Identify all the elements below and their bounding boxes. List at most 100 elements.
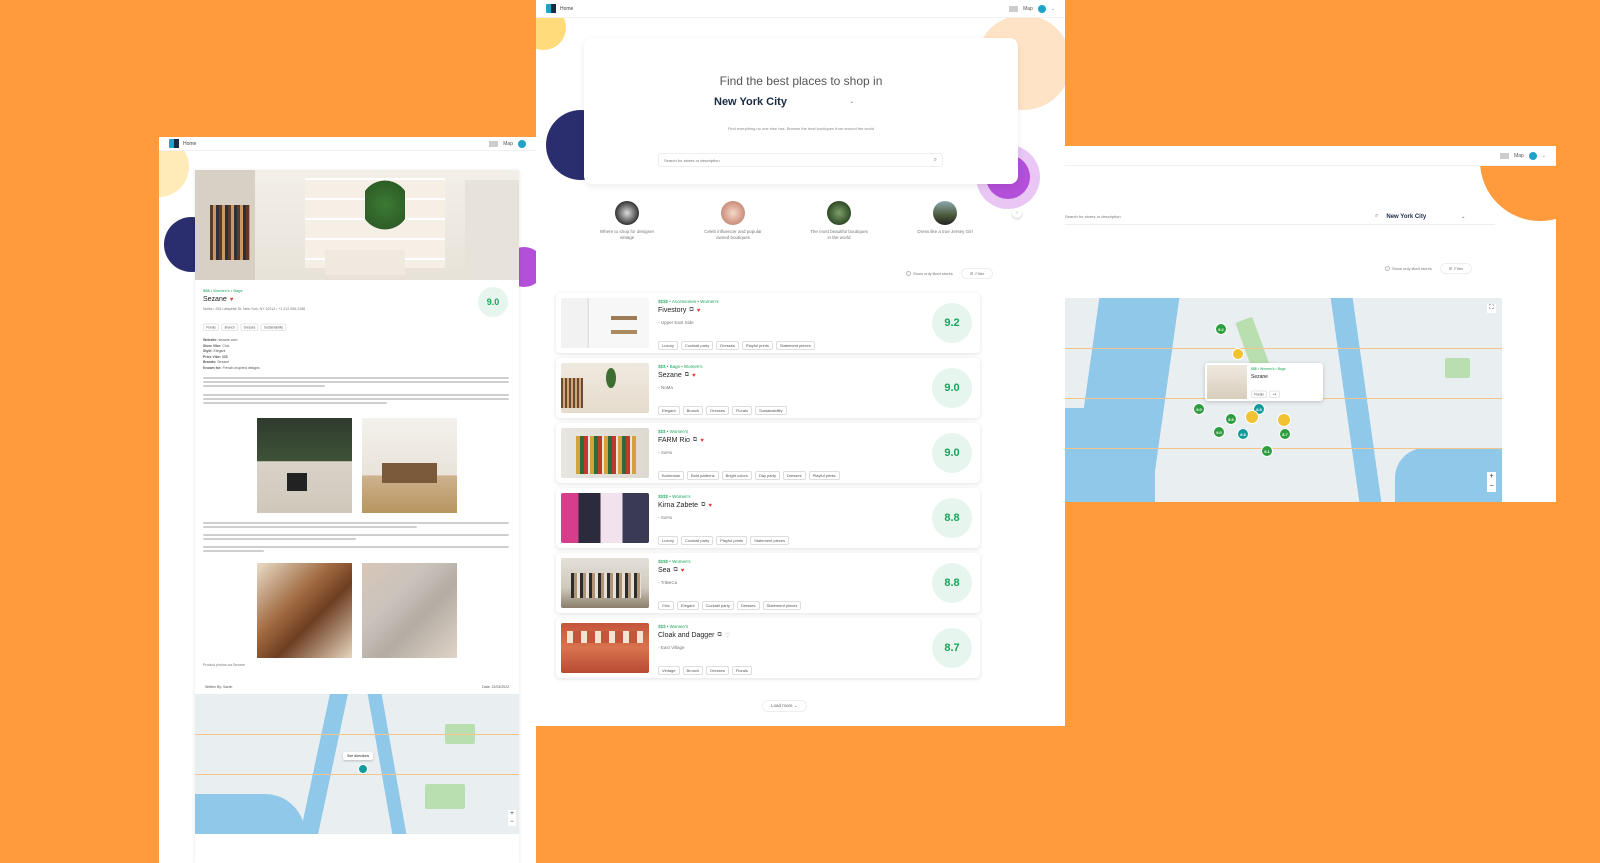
map-popup[interactable]: See directions (343, 752, 374, 760)
map-pin[interactable]: 9.2 (1215, 323, 1227, 335)
heart-icon[interactable]: ♥ (708, 503, 712, 509)
only-liked-toggle[interactable]: Show only liked stores (906, 271, 953, 276)
tag[interactable]: Florals (731, 406, 752, 415)
map-pin[interactable]: 9.0 (1193, 403, 1205, 415)
tag[interactable]: Playful prints (716, 536, 748, 545)
tag[interactable]: Florals (731, 666, 752, 675)
store-name[interactable]: Sea (658, 567, 670, 574)
nav-map-link[interactable]: Map (1023, 6, 1033, 12)
store-location-map[interactable]: See directions + − (195, 694, 519, 834)
chevron-down-icon[interactable]: ⌄ (1051, 6, 1055, 12)
tag[interactable]: Brunch (682, 406, 704, 415)
brand[interactable]: Home (546, 4, 573, 13)
tag[interactable]: Bold patterns (687, 471, 719, 480)
external-link-icon[interactable]: ⧉ (717, 632, 721, 639)
tag[interactable]: Statement pieces (775, 341, 815, 350)
tag[interactable]: Bright colors (721, 471, 752, 480)
search-icon[interactable]: ⌕ (934, 157, 937, 164)
store-name[interactable]: Cloak and Dagger (658, 632, 714, 639)
map-pin[interactable] (358, 764, 368, 774)
collection-item[interactable]: Where to shop for designer vintage (597, 201, 657, 241)
collection-item[interactable]: Celeb influencer and popular owned bouti… (703, 201, 763, 241)
avatar[interactable] (1528, 151, 1537, 160)
map-search-input[interactable] (1065, 214, 1375, 219)
store-card[interactable]: $$$$ • Accessories • Women's Fivestory ⧉ ♥… (556, 293, 980, 353)
tag[interactable]: Elegant (677, 601, 699, 610)
tag[interactable]: Dresses (736, 601, 760, 610)
heart-outline-icon[interactable]: ♡ (725, 632, 730, 639)
map-pin[interactable] (1277, 413, 1291, 427)
store-name[interactable]: Kirna Zabete (658, 502, 698, 509)
external-link-icon[interactable]: ⧉ (693, 437, 697, 444)
fullscreen-icon[interactable]: ⛶ (1487, 304, 1496, 313)
heart-icon[interactable]: ♥ (681, 568, 685, 574)
nav-map-link[interactable]: Map (1514, 153, 1524, 159)
map-icon[interactable] (489, 140, 499, 147)
external-link-icon[interactable]: ⧉ (673, 567, 677, 574)
tag[interactable]: Sustainability (260, 323, 287, 331)
tag[interactable]: Chic (658, 601, 675, 610)
tag[interactable]: Cocktail party (681, 341, 714, 350)
tag[interactable]: +4 (1269, 390, 1280, 398)
store-card[interactable]: $$$$ • Women's Kirna Zabete ⧉ ♥ ◦ SoHo Lux… (556, 488, 980, 548)
map-pin[interactable]: 9.1 (1261, 445, 1273, 457)
search-bar[interactable]: ⌕ (658, 153, 943, 167)
tag[interactable]: Brunch (221, 323, 238, 331)
heart-icon[interactable]: ♥ (230, 297, 234, 303)
search-input[interactable] (664, 157, 904, 163)
tag[interactable]: Dresses (240, 323, 259, 331)
tag[interactable]: Statement pieces (762, 601, 802, 610)
tag[interactable]: Day party (754, 471, 780, 480)
popup-store-name[interactable]: Sezane (1251, 374, 1268, 380)
tag[interactable]: Florals (1251, 390, 1268, 398)
checkbox[interactable] (1385, 266, 1390, 271)
store-name[interactable]: Fivestory (658, 307, 686, 314)
tag[interactable]: Dresses (782, 471, 806, 480)
tag[interactable]: Statement pieces (750, 536, 790, 545)
avatar[interactable] (518, 139, 526, 148)
map-store-popup[interactable]: $$$ • Women's • Bags Sezane Florals +4 (1205, 363, 1323, 401)
zoom-controls[interactable]: + − (508, 810, 516, 826)
map-pin[interactable]: 9.0 (1213, 426, 1225, 438)
tag[interactable]: Florals (203, 323, 220, 331)
tag[interactable]: Bohemian (658, 471, 685, 480)
heart-icon[interactable]: ♥ (692, 373, 696, 379)
external-link-icon[interactable]: ⧉ (701, 502, 705, 509)
chevron-right-icon[interactable]: › (1012, 208, 1022, 218)
map-icon[interactable] (1009, 5, 1019, 12)
map-pin[interactable] (1232, 348, 1244, 360)
filter-button[interactable]: ☰ Filter (960, 268, 994, 279)
load-more-button[interactable]: Load more ⌄ (762, 700, 807, 712)
brand[interactable]: Home (169, 139, 196, 148)
tag[interactable]: Cocktail party (681, 536, 714, 545)
tag[interactable]: Cocktail party (701, 601, 734, 610)
filter-button[interactable]: ☰ Filter (1439, 263, 1473, 274)
search-icon[interactable]: ⌕ (1375, 213, 1378, 220)
tag[interactable]: Sustainability (754, 406, 787, 415)
store-name[interactable]: Sezane (658, 372, 682, 379)
nav-map-link[interactable]: Map (503, 141, 513, 147)
map-pin[interactable]: 8.8 (1237, 428, 1249, 440)
heart-icon[interactable]: ♥ (700, 438, 704, 444)
info-value[interactable]: sezane.com (219, 338, 238, 342)
store-card[interactable]: $$$$ • Women's Sea ⧉ ♥ ◦ TriBeCa Chic Elega… (556, 553, 980, 613)
external-link-icon[interactable]: ⧉ (685, 372, 689, 379)
map-icon[interactable] (1500, 152, 1510, 159)
tag[interactable]: Dresses (706, 666, 729, 675)
tag[interactable]: Playful prints (808, 471, 840, 480)
heart-icon[interactable]: ♥ (697, 308, 701, 314)
tag[interactable]: Luxury (658, 341, 679, 350)
store-card[interactable]: $$$ • Bags • Women's Sezane ⧉ ♥ ◦ NoMa Ele… (556, 358, 980, 418)
zoom-controls[interactable]: + − (1487, 472, 1496, 492)
city-select[interactable]: New York City ⌄ (714, 96, 854, 108)
collection-item[interactable]: The most beautiful boutiques in the worl… (809, 201, 869, 241)
external-link-icon[interactable]: ⧉ (689, 307, 693, 314)
tag[interactable]: Dresses (716, 341, 739, 350)
avatar[interactable] (1037, 4, 1046, 13)
tag[interactable]: Luxury (658, 536, 679, 545)
store-name[interactable]: FARM Rio (658, 437, 690, 444)
collection-item[interactable]: Dress like a true Jersey Girl (915, 201, 975, 235)
stores-map[interactable]: 9.2 9.0 9.0 8.8 8.8 8.7 9.1 8.5 $$$ • Wo… (1065, 298, 1502, 502)
chevron-down-icon[interactable]: ⌄ (1542, 153, 1546, 159)
checkbox[interactable] (906, 271, 911, 276)
